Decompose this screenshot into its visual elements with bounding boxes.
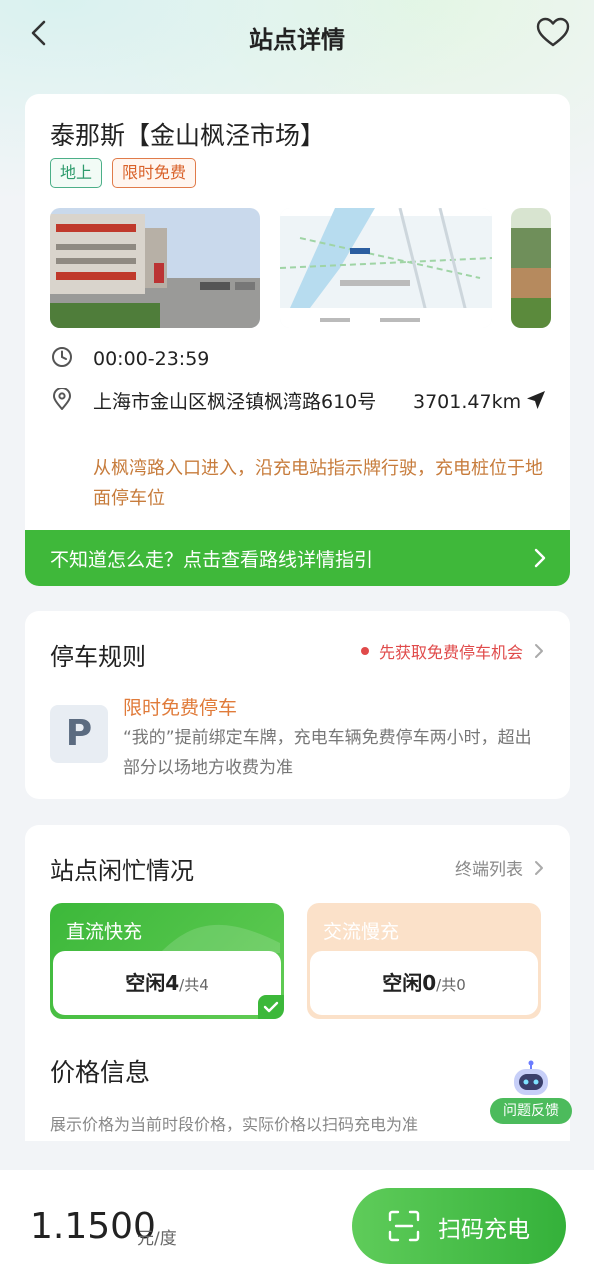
dc-free-count: 空闲4 xyxy=(125,971,180,995)
selected-check-icon xyxy=(258,995,284,1019)
location-pin-icon xyxy=(53,388,71,410)
clock-icon xyxy=(52,347,72,367)
station-distance: 3701.47km xyxy=(413,391,522,413)
route-guide-banner[interactable]: 不知道怎么走？点击查看路线详情指引 xyxy=(25,530,570,586)
navigation-bar: 站点详情 xyxy=(0,0,594,70)
route-hint: 从枫湾路入口进入，沿充电站指示牌行驶，充电桩位于地面停车位 xyxy=(93,458,543,509)
free-parking-description: “我的”提前绑定车牌，充电车辆免费停车两小时，超出部分以场地方收费为准 xyxy=(123,728,532,778)
station-info-card: 泰那斯【金山枫泾市场】 地上 限时免费 00:00-23:59 上海市金山区枫泾… xyxy=(25,94,570,586)
station-photo-building[interactable] xyxy=(50,208,260,328)
availability-card: 站点闲忙情况 终端列表 直流快充 空闲4/共4 交流慢充 空闲0/共0 价格信息… xyxy=(25,825,570,1141)
ac-total-count: /共0 xyxy=(436,976,466,994)
free-parking-title: 限时免费停车 xyxy=(123,697,238,719)
price-unit: 元/度 xyxy=(137,1229,177,1249)
navigation-arrow-icon[interactable] xyxy=(525,389,547,411)
tag-above-ground: 地上 xyxy=(50,158,103,188)
dc-availability: 空闲4/共4 xyxy=(53,951,281,1015)
feedback-widget[interactable]: 问题反馈 xyxy=(490,1060,572,1126)
route-guide-label: 不知道怎么走？点击查看路线详情指引 xyxy=(50,549,374,571)
ac-availability: 空闲0/共0 xyxy=(310,951,538,1015)
scan-icon xyxy=(388,1210,420,1242)
station-address: 上海市金山区枫泾镇枫湾路610号 xyxy=(93,391,377,413)
dc-fast-charge-card[interactable]: 直流快充 空闲4/共4 xyxy=(50,903,284,1019)
dc-total-count: /共4 xyxy=(179,976,209,994)
parking-rules-card: 停车规则 先获取免费停车机会 P 限时免费停车 “我的”提前绑定车牌，充电车辆免… xyxy=(25,611,570,799)
ac-label: 交流慢充 xyxy=(323,921,400,943)
feedback-label: 问题反馈 xyxy=(490,1098,572,1124)
station-name: 泰那斯【金山枫泾市场】 xyxy=(50,121,326,150)
terminal-list-link[interactable]: 终端列表 xyxy=(455,855,545,880)
robot-assistant-icon xyxy=(514,1060,548,1095)
scan-to-charge-button[interactable]: 扫码充电 xyxy=(352,1188,566,1264)
chevron-right-icon xyxy=(535,860,543,875)
page-title: 站点详情 xyxy=(249,26,345,54)
price-info-note: 展示价格为当前时段价格，实际价格以扫码充电为准 xyxy=(50,1115,419,1134)
opening-hours: 00:00-23:59 xyxy=(93,348,210,370)
ac-free-count: 空闲0 xyxy=(382,971,437,995)
tag-limited-free: 限时免费 xyxy=(112,158,197,188)
free-parking-link[interactable]: 先获取免费停车机会 xyxy=(360,639,545,663)
chevron-right-icon xyxy=(534,548,546,568)
red-dot-icon xyxy=(360,647,369,655)
wave-decoration xyxy=(160,924,280,953)
terminal-list-label: 终端列表 xyxy=(455,860,523,880)
parking-rules-title: 停车规则 xyxy=(50,643,146,671)
free-parking-link-label: 先获取免费停车机会 xyxy=(378,643,523,662)
heart-outline-icon[interactable] xyxy=(536,16,570,50)
scan-to-charge-label: 扫码充电 xyxy=(438,1217,530,1243)
chevron-right-icon xyxy=(535,644,543,658)
price-info-title: 价格信息 xyxy=(50,1058,151,1087)
station-photo-map[interactable] xyxy=(280,208,492,328)
availability-title: 站点闲忙情况 xyxy=(50,857,194,885)
ac-slow-charge-card[interactable]: 交流慢充 空闲0/共0 xyxy=(307,903,541,1019)
bottom-action-bar: 1.1500 元/度 扫码充电 xyxy=(0,1170,594,1280)
dc-label: 直流快充 xyxy=(66,921,143,943)
parking-icon: P xyxy=(50,705,108,763)
station-photo-park[interactable] xyxy=(511,208,551,328)
